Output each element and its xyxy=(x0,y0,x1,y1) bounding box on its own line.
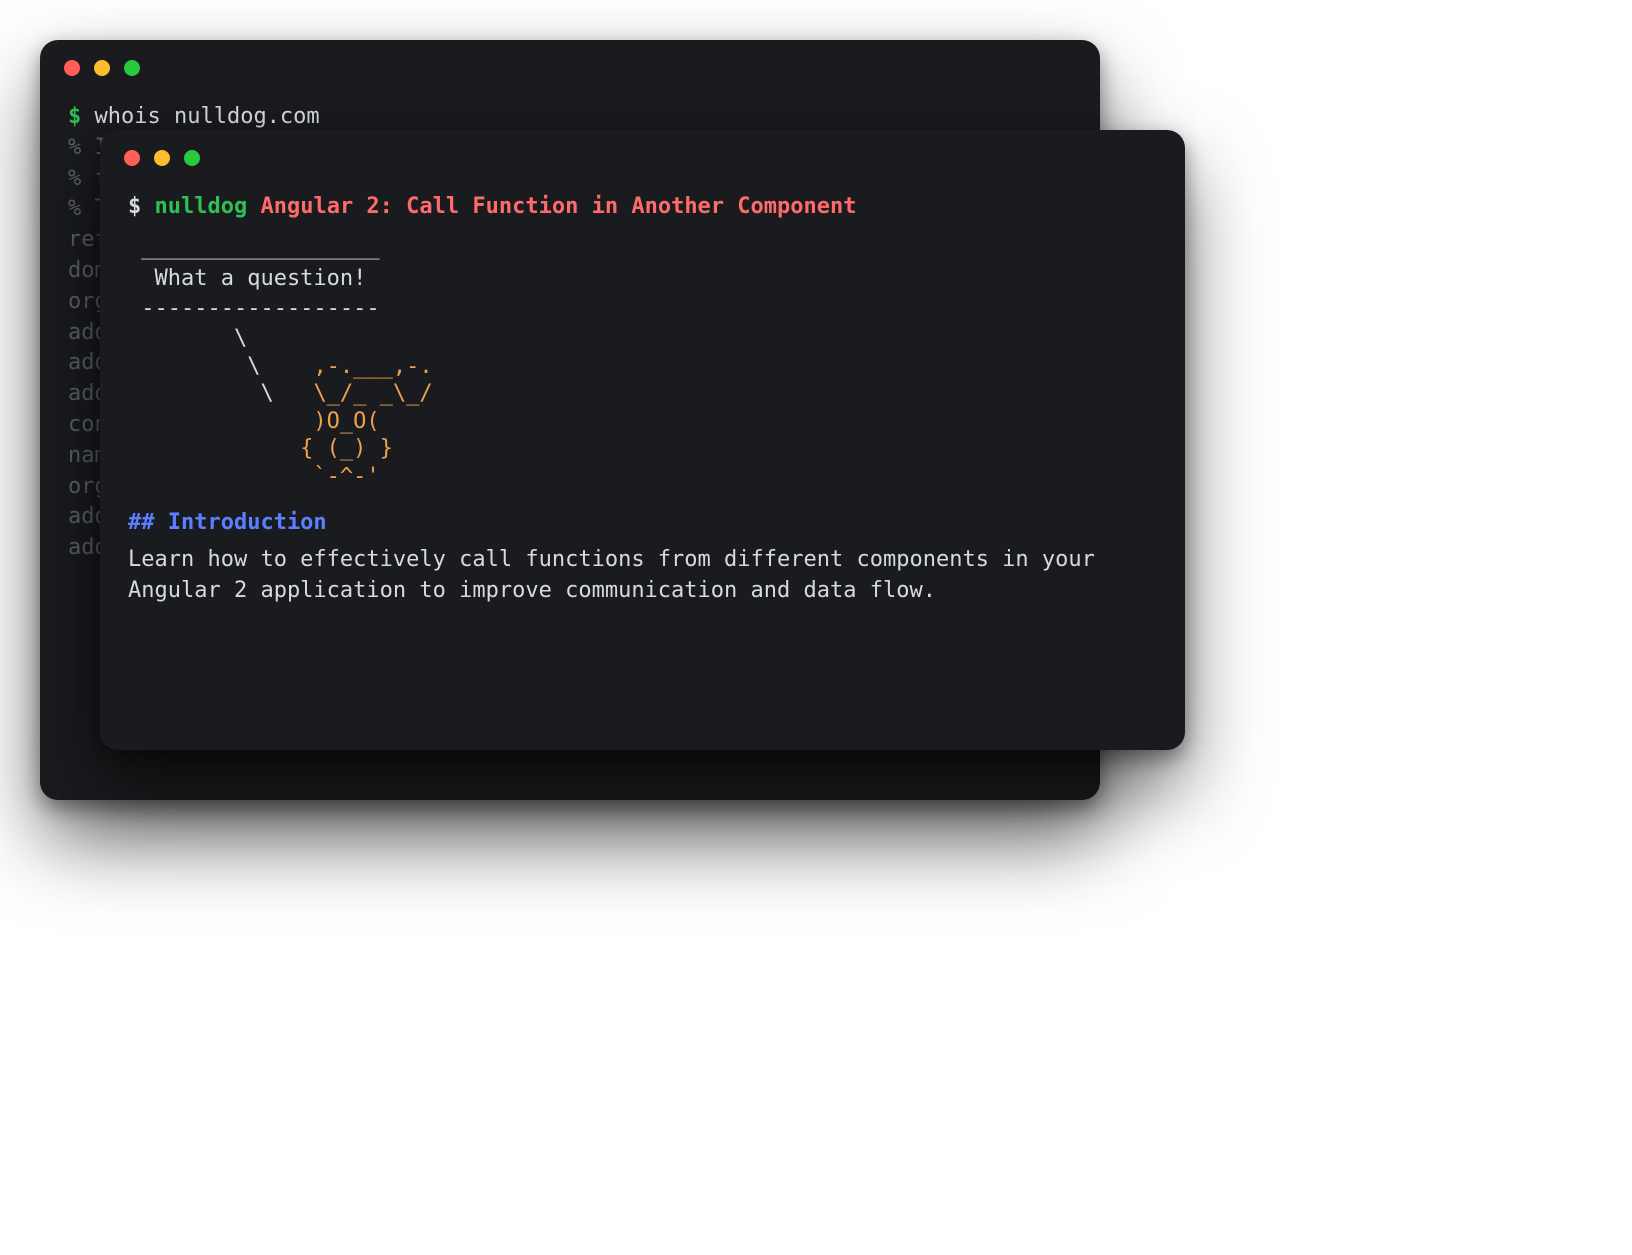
ascii-dog-art: \ \ ,-.___,-. \ \_/_ _\_/ )O_O( { (_) } … xyxy=(128,325,1157,490)
close-icon[interactable] xyxy=(124,150,140,166)
prompt-symbol: $ xyxy=(68,104,95,129)
ascii-line: \ ,-.___,-. xyxy=(128,353,1157,381)
bubble-text: What a question! xyxy=(128,264,1157,295)
speech-bubble: __________________ What a question! ----… xyxy=(128,233,1157,325)
ascii-line: \ \_/_ _\_/ xyxy=(128,380,1157,408)
bubble-border-bottom: ------------------ xyxy=(128,294,1157,325)
intro-heading: ## Introduction xyxy=(128,508,1157,539)
minimize-icon[interactable] xyxy=(154,150,170,166)
intro-body: Learn how to effectively call functions … xyxy=(128,545,1128,607)
titlebar-back[interactable] xyxy=(40,40,1100,96)
site-name: nulldog xyxy=(155,194,248,219)
bubble-border-top: __________________ xyxy=(128,233,1157,264)
zoom-icon[interactable] xyxy=(184,150,200,166)
ascii-line: \ xyxy=(128,325,1157,353)
back-command: whois nulldog.com xyxy=(95,104,320,129)
prompt-symbol: $ xyxy=(128,194,155,219)
stage: $ whois nulldog.com % IANA WHOIS server … xyxy=(0,0,1632,1255)
article-title: Angular 2: Call Function in Another Comp… xyxy=(260,194,856,219)
terminal-window-front: $ nulldog Angular 2: Call Function in An… xyxy=(100,130,1185,750)
terminal-front-body: $ nulldog Angular 2: Call Function in An… xyxy=(100,186,1185,627)
ascii-line: `-^-' xyxy=(128,463,1157,491)
ascii-line: { (_) } xyxy=(128,435,1157,463)
minimize-icon[interactable] xyxy=(94,60,110,76)
close-icon[interactable] xyxy=(64,60,80,76)
ascii-line: )O_O( xyxy=(128,408,1157,436)
front-command-line: $ nulldog Angular 2: Call Function in An… xyxy=(128,194,857,219)
titlebar-front[interactable] xyxy=(100,130,1185,186)
back-command-line: $ whois nulldog.com xyxy=(68,102,1072,133)
zoom-icon[interactable] xyxy=(124,60,140,76)
